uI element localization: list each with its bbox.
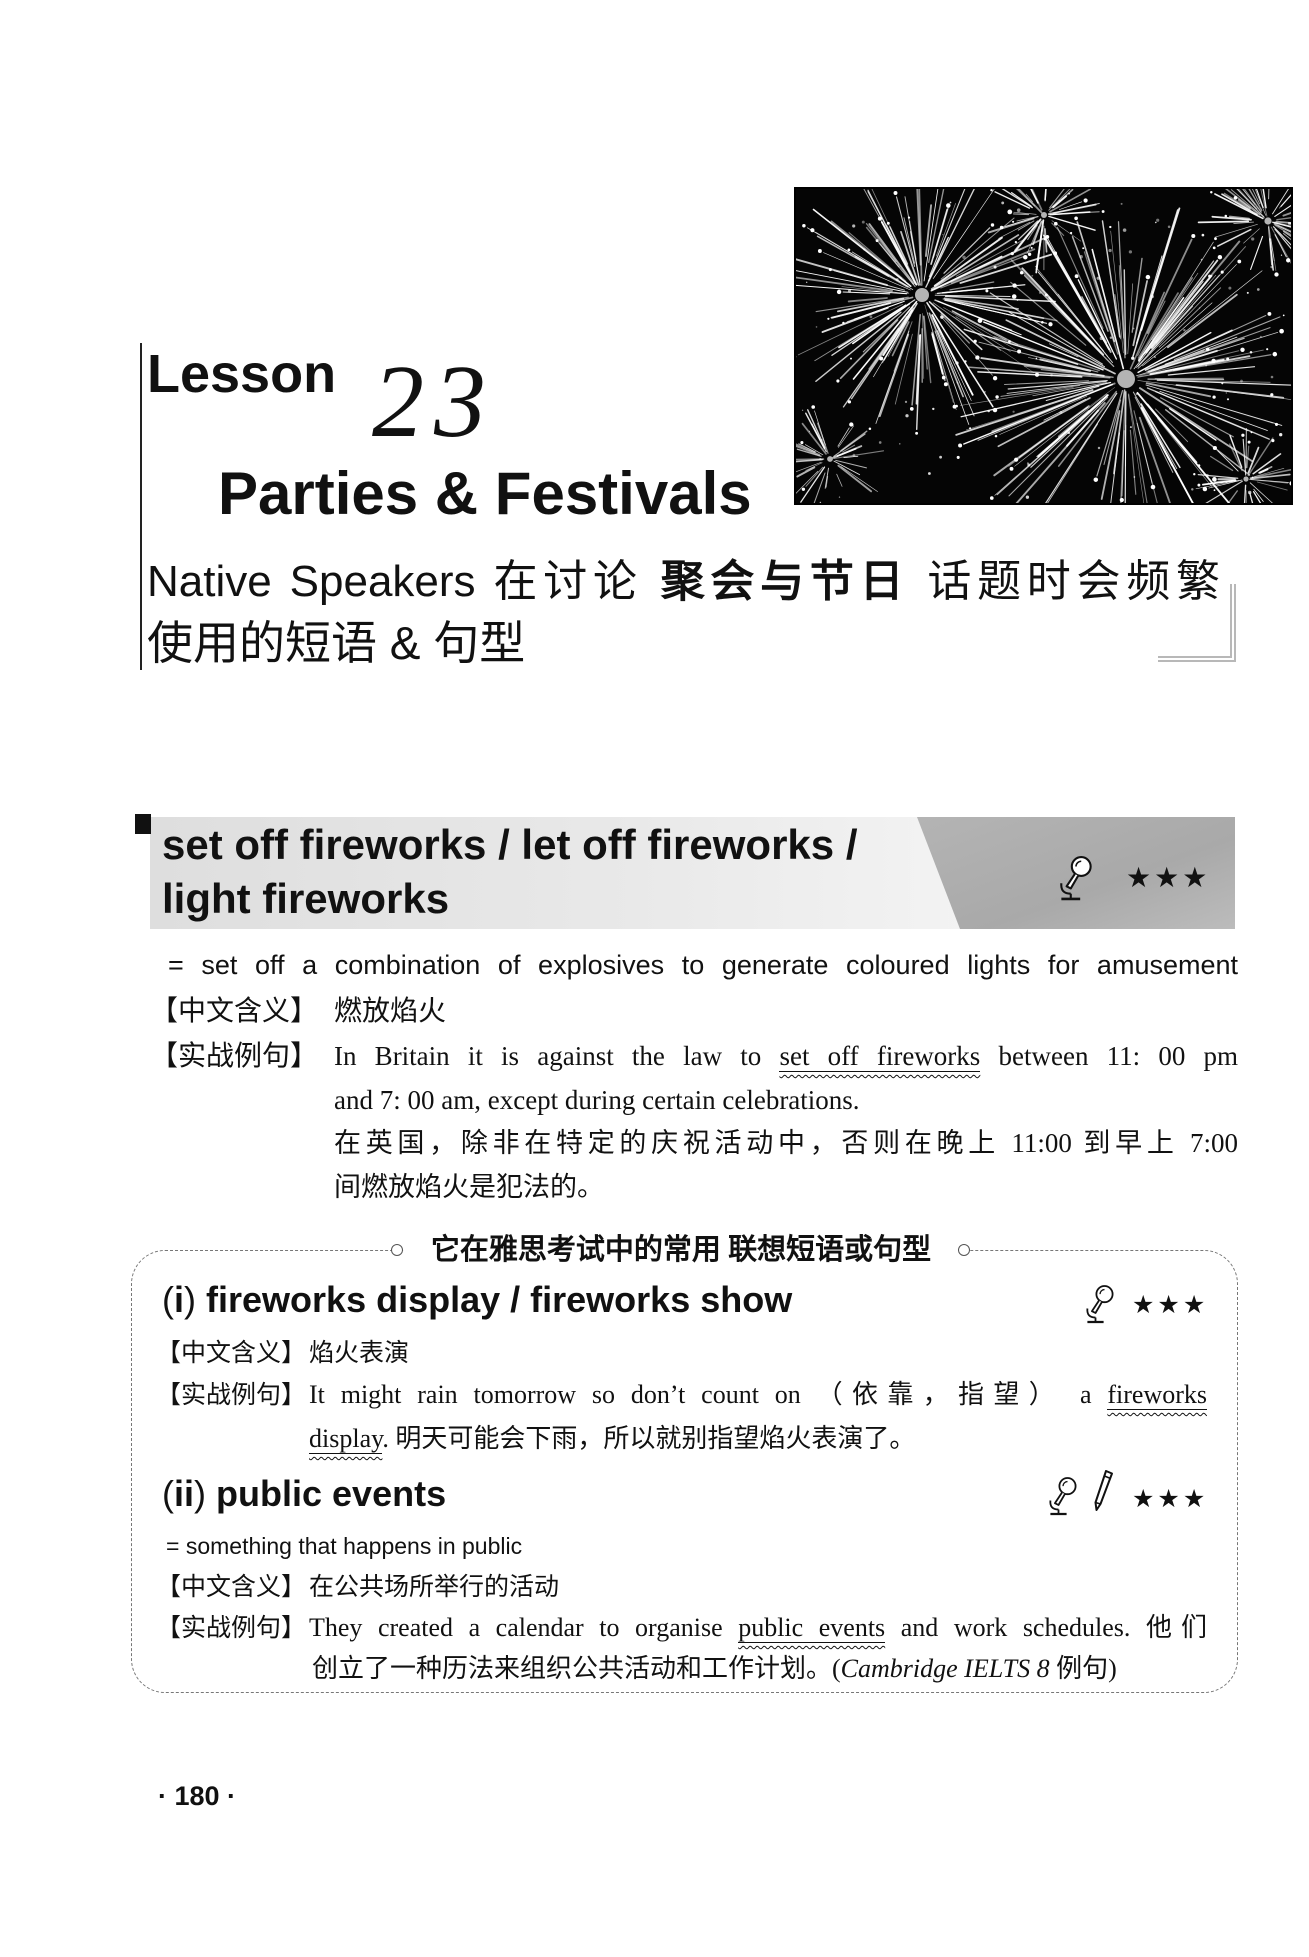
page-number: · 180 · xyxy=(158,1781,237,1811)
example-text: 例句) xyxy=(1049,1654,1117,1683)
example-sentence-line1: In Britain it is against the law to set … xyxy=(334,1039,1238,1073)
microphone-icon xyxy=(1086,1285,1114,1324)
meaning-text: 燃放焰火 xyxy=(334,995,447,1026)
example-text: In Britain it is against the law to xyxy=(334,1041,762,1071)
pencil-icon xyxy=(1094,1470,1113,1511)
meaning-label: 【中文含义】 xyxy=(150,995,319,1026)
lesson-subtitle-line1: Native Speakers 在讨论 聚会与节日 话题时会频繁 xyxy=(147,560,1220,604)
example-text: It might rain tomorrow so don’t count on… xyxy=(309,1380,1092,1409)
related-phrase: fireworks display / fireworks show xyxy=(206,1279,793,1320)
highlighted-phrase: public events xyxy=(738,1613,886,1643)
meaning-label: 【中文含义】 xyxy=(156,1573,307,1601)
item-index-number: i xyxy=(174,1279,185,1320)
importance-rating-stars: ★★★ xyxy=(1132,1484,1209,1513)
example-text: and work schedules. 他们 xyxy=(900,1613,1207,1642)
microphone-icon xyxy=(1060,856,1092,901)
example-text: 创立了一种历法来组织公共活动和工作计划。( xyxy=(312,1654,841,1683)
example-text: between 11: 00 pm xyxy=(998,1041,1239,1071)
example-label: 【实战例句】 xyxy=(150,1040,319,1071)
example-label: 【实战例句】 xyxy=(156,1381,307,1409)
fireworks-photo xyxy=(794,187,1293,505)
related-definition: = something that happens in public xyxy=(166,1533,523,1559)
highlighted-phrase: display xyxy=(309,1424,383,1454)
example-text: . 明天可能会下雨，所以就别指望焰火表演了。 xyxy=(382,1424,916,1453)
entry-definition: = set off a combination of explosives to… xyxy=(168,950,1238,980)
example-text: They created a calendar to organise xyxy=(309,1613,723,1642)
importance-rating-stars: ★★★ xyxy=(1132,1290,1209,1319)
related-item-heading: (i) fireworks display / fireworks show xyxy=(162,1282,792,1318)
example-sentence-line2: 创立了一种历法来组织公共活动和工作计划。(Cambridge IELTS 8 例… xyxy=(312,1653,1117,1685)
heading-left-rule xyxy=(140,343,142,670)
example-source: Cambridge IELTS 8 xyxy=(840,1654,1050,1683)
item-index: (i) xyxy=(162,1279,196,1320)
lesson-number: 23 xyxy=(372,344,496,459)
item-index-paren: ( xyxy=(162,1279,174,1320)
meaning-label: 【中文含义】 xyxy=(156,1339,307,1367)
item-index-paren: ( xyxy=(162,1473,174,1514)
item-index-paren: ) xyxy=(194,1473,207,1514)
related-item-heading: (ii) public events xyxy=(162,1476,446,1512)
subtitle-topic: 聚会与节日 xyxy=(660,557,910,606)
title-ring-right xyxy=(958,1244,970,1256)
item-index-paren: ) xyxy=(184,1279,197,1320)
highlighted-phrase: fireworks xyxy=(1107,1380,1207,1410)
example-translation-line1: 在英国，除非在特定的庆祝活动中，否则在晚上 11:00 到早上 7:00 xyxy=(334,1128,1238,1158)
related-box-title-part: 它在雅思考试中的常用 xyxy=(430,1234,721,1266)
title-ring-left xyxy=(391,1244,403,1256)
example-sentence-line2: display. 明天可能会下雨，所以就别指望焰火表演了。 xyxy=(309,1423,915,1455)
example-label: 【实战例句】 xyxy=(156,1614,307,1642)
highlighted-phrase: set off fireworks xyxy=(779,1041,981,1072)
related-box-title: 它在雅思考试中的常用 联想短语或句型 xyxy=(404,1232,958,1268)
lesson-title: Parties & Festivals xyxy=(218,460,752,527)
item-index-number: ii xyxy=(174,1473,195,1514)
corner-bracket-decoration xyxy=(1158,584,1236,662)
related-box-title-part: 联想短语或句型 xyxy=(728,1234,932,1266)
meaning-text: 焰火表演 xyxy=(309,1339,410,1367)
microphone-icon xyxy=(1049,1477,1077,1516)
lesson-subtitle-line2: 使用的短语 & 句型 xyxy=(147,617,526,669)
subtitle-text: 在讨论 xyxy=(493,557,643,606)
example-sentence-line2: and 7: 00 am, except during certain cele… xyxy=(334,1085,860,1115)
entry-bullet-square xyxy=(135,814,151,834)
entry-phrase-line1: set off fireworks / let off fireworks / xyxy=(162,821,858,868)
entry-phrase-line2: light fireworks xyxy=(162,875,450,922)
example-sentence-line1: It might rain tomorrow so don’t count on… xyxy=(309,1379,1207,1411)
example-translation-line2: 间燃放焰火是犯法的。 xyxy=(334,1172,604,1202)
lesson-label: Lesson xyxy=(147,344,337,404)
importance-rating-stars: ★★★ xyxy=(1126,861,1211,894)
example-sentence-line1: They created a calendar to organise publ… xyxy=(309,1612,1207,1644)
meaning-text: 在公共场所举行的活动 xyxy=(309,1573,560,1601)
related-phrase: public events xyxy=(216,1473,447,1514)
subtitle-latin: Native Speakers xyxy=(147,557,476,606)
item-index: (ii) xyxy=(162,1473,206,1514)
